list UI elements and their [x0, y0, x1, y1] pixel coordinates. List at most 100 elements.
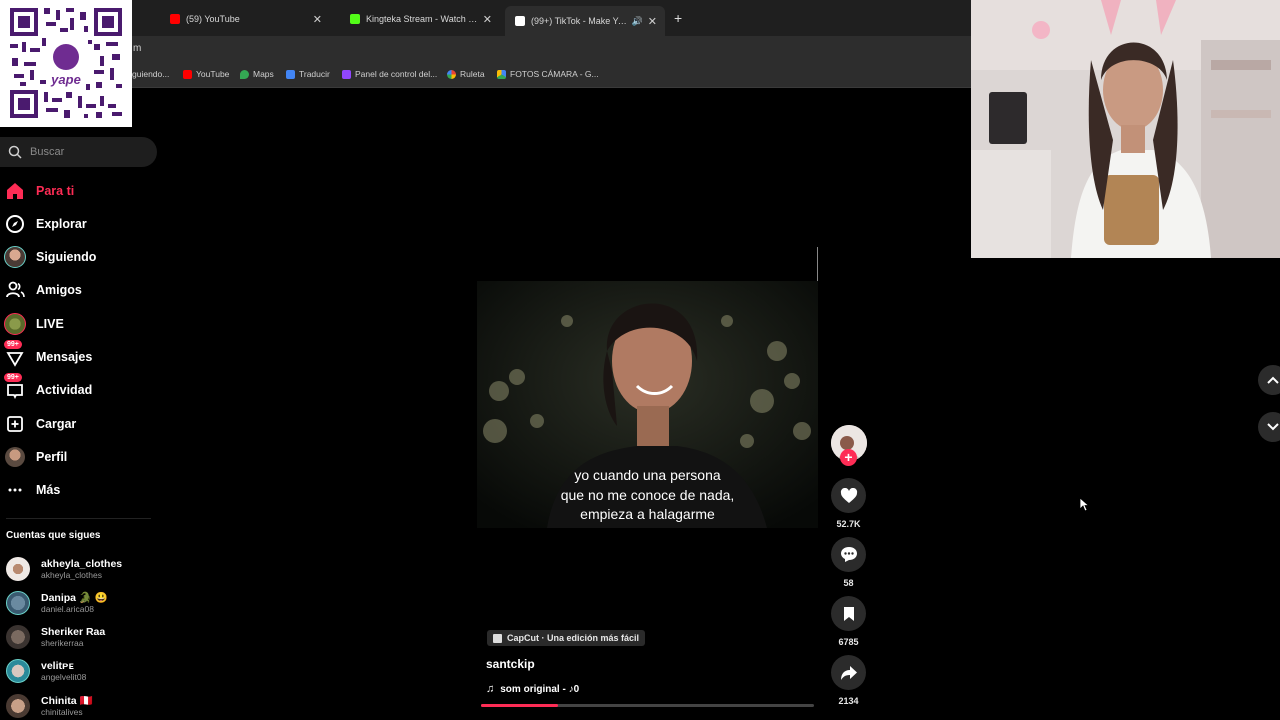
account-name: Sheriker Raa [41, 625, 106, 638]
compass-icon [4, 213, 26, 235]
video-player[interactable]: yo cuando una persona que no me conoce d… [477, 281, 818, 528]
nav-label: LIVE [36, 317, 64, 331]
more-icon [4, 479, 26, 501]
bookmark-twitch-panel[interactable]: Panel de control del... [342, 69, 437, 79]
follow-plus-button[interactable]: + [840, 449, 857, 466]
video-author[interactable]: santckip [486, 657, 535, 671]
account-handle: angelvelit08 [41, 671, 87, 682]
followed-account[interactable]: Danipa 🐊 😃 daniel.arica08 [6, 591, 108, 615]
bookmark-traducir[interactable]: Traducir [286, 69, 330, 79]
nav-para-ti[interactable]: Para ti [4, 178, 74, 204]
video-caption-line: que no me conoce de nada, [560, 486, 735, 503]
wheel-icon [447, 69, 456, 79]
avatar [6, 625, 30, 649]
kick-icon [350, 14, 360, 24]
nav-amigos[interactable]: Amigos [4, 277, 82, 303]
video-caption-line: empieza a halagarme [580, 506, 715, 522]
heart-icon [840, 487, 857, 503]
next-video-button[interactable] [1258, 412, 1280, 442]
nav-label: Actividad [36, 383, 93, 397]
nav-label: Amigos [36, 283, 82, 297]
nav-mas[interactable]: Más [4, 477, 60, 503]
live-icon [4, 313, 26, 335]
video-caption-line: yo cuando una persona [574, 467, 721, 483]
avatar [6, 659, 30, 683]
nav-label: Explorar [36, 217, 87, 231]
translate-icon [286, 69, 295, 79]
account-name: velitᴘᴇ [41, 659, 74, 672]
maps-icon [240, 69, 249, 79]
account-handle: sherikerraa [41, 637, 84, 648]
bookmark-fotos[interactable]: FOTOS CÁMARA - G... [497, 69, 599, 79]
bookmark-label: guiendo... [132, 69, 170, 79]
comment-count: 58 [843, 578, 854, 588]
search-bar[interactable] [0, 137, 157, 167]
like-count: 52.7K [836, 519, 861, 529]
new-tab-button[interactable]: + [674, 10, 682, 26]
qr-code-icon: yape [0, 0, 132, 127]
account-name: akheyla_clothes [41, 557, 123, 570]
comment-button[interactable] [831, 537, 866, 572]
nav-label: Mensajes [36, 350, 93, 364]
account-handle: daniel.arica08 [41, 603, 94, 614]
video-progress-bar[interactable] [481, 704, 814, 707]
nav-explorar[interactable]: Explorar [4, 211, 87, 237]
close-icon[interactable]: ✕ [483, 13, 492, 26]
followed-account[interactable]: velitᴘᴇ angelvelit08 [6, 659, 86, 683]
capcut-label: CapCut · Una edición más fácil [507, 633, 640, 643]
tab-tiktok[interactable]: (99+) TikTok - Make Your Da 🔊 ✕ [505, 6, 665, 36]
nav-label: Más [36, 483, 61, 497]
nav-cargar[interactable]: Cargar [4, 411, 76, 437]
tab-title: Kingteka Stream - Watch Live o [366, 14, 478, 24]
bookmark-ruleta[interactable]: Ruleta [447, 69, 485, 79]
bookmark-siguiendo[interactable]: guiendo... [132, 69, 169, 79]
capcut-icon [493, 633, 502, 643]
previous-video-button[interactable] [1258, 365, 1280, 395]
followed-account[interactable]: Sheriker Raa sherikerraa [6, 625, 105, 649]
tab-kick[interactable]: Kingteka Stream - Watch Live o ✕ [340, 8, 500, 30]
tab-youtube[interactable]: (59) YouTube ✕ [160, 8, 330, 30]
account-name: Danipa 🐊 😃 [41, 591, 108, 604]
tab-bar: (59) YouTube ✕ Kingteka Stream - Watch L… [0, 0, 971, 36]
nav-actividad[interactable]: 99+ Actividad [4, 373, 93, 403]
bookmark-label: Traducir [299, 69, 330, 79]
save-button[interactable] [831, 596, 866, 631]
svg-text:yape: yape [50, 72, 81, 87]
sound-link[interactable]: ♫ som original - ♪0 [486, 683, 579, 695]
bookmark-maps[interactable]: Maps [240, 69, 274, 79]
address-text[interactable]: m [133, 43, 141, 54]
like-button[interactable] [831, 478, 866, 513]
followed-account[interactable]: akheyla_clothes akheyla_clothes [6, 557, 122, 581]
nav-mensajes[interactable]: 99+ Mensajes [4, 340, 93, 370]
close-icon[interactable]: ✕ [648, 15, 657, 28]
capcut-tag[interactable]: CapCut · Una edición más fácil [487, 630, 646, 646]
close-icon[interactable]: ✕ [313, 13, 322, 26]
avatar [6, 591, 30, 615]
bookmark-icon [843, 606, 854, 621]
bookmark-label: YouTube [196, 69, 230, 79]
chevron-down-icon [1267, 423, 1279, 431]
tiktok-icon [515, 16, 525, 26]
youtube-icon [170, 14, 180, 24]
music-note-icon: ♫ [486, 683, 495, 695]
profile-avatar-icon [4, 446, 26, 468]
bookmark-label: Panel de control del... [355, 69, 438, 79]
bookmark-label: Maps [253, 69, 274, 79]
nav-siguiendo[interactable]: Siguiendo [4, 244, 96, 270]
speaker-icon[interactable]: 🔊 [632, 16, 643, 27]
followed-account[interactable]: Chinita 🇵🇪 chinitalives [6, 694, 93, 718]
nav-perfil[interactable]: Perfil [4, 444, 67, 470]
youtube-icon [183, 69, 192, 79]
address-bar[interactable]: m [0, 36, 971, 62]
comment-icon [840, 547, 857, 562]
divider [6, 518, 151, 519]
bookmark-youtube[interactable]: YouTube [183, 69, 229, 79]
webcam-image [971, 0, 1280, 258]
share-count: 2134 [838, 696, 859, 706]
account-handle: chinitalives [41, 706, 83, 717]
nav-live[interactable]: LIVE [4, 311, 64, 337]
search-input[interactable] [30, 146, 140, 158]
inbox-icon: 99+ [4, 373, 26, 401]
share-button[interactable] [831, 655, 866, 690]
bookmark-label: FOTOS CÁMARA - G... [510, 69, 599, 79]
